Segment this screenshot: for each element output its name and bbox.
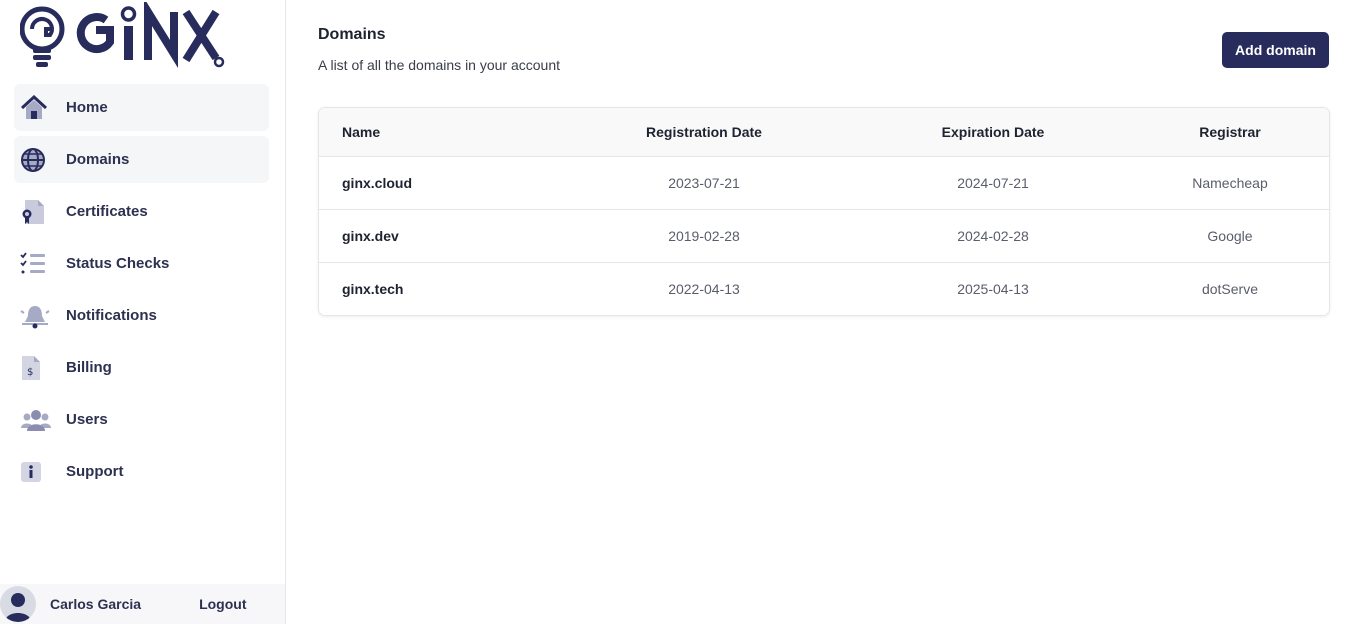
page-title: Domains [318,26,386,43]
sidebar-item-label: Home [66,99,108,116]
sidebar-item-domains[interactable]: Domains [14,136,269,183]
sidebar-item-notifications[interactable]: Notifications [14,292,269,339]
sidebar-item-support[interactable]: Support [14,448,269,495]
checklist-icon [20,249,60,279]
sidebar-item-label: Support [66,463,124,480]
sidebar-item-home[interactable]: Home [14,84,269,131]
sidebar-nav: Home Domains Certificates Status Checks … [14,84,269,500]
registration-date-cell: 2023-07-21 [668,174,740,191]
registrar-cell: Google [1207,227,1253,244]
info-icon [20,457,60,487]
svg-text:$: $ [27,367,33,378]
expiration-date-cell: 2025-04-13 [957,280,1029,297]
home-icon [20,93,60,123]
registrar-cell: dotServe [1201,280,1259,297]
sidebar-item-label: Certificates [66,203,148,220]
column-header-registration-date: Registration Date [646,123,762,140]
globe-icon [20,145,60,175]
add-domain-button[interactable]: Add domain [1222,32,1329,68]
table-row[interactable]: ginx.cloud 2023-07-21 2024-07-21 Nameche… [319,156,1329,209]
logo-graphic [20,2,225,69]
domain-name-cell[interactable]: ginx.dev [319,209,553,262]
domain-name-cell[interactable]: ginx.tech [319,262,553,315]
column-header-name: Name [342,123,381,140]
sidebar-item-label: Notifications [66,307,157,324]
sidebar-item-label: Status Checks [66,255,170,272]
logout-button[interactable]: Logout [199,596,246,612]
table-row[interactable]: ginx.tech 2022-04-13 2025-04-13 dotServe [319,262,1329,315]
column-header-registrar: Registrar [1199,123,1261,140]
sidebar-item-label: Domains [66,151,130,168]
sidebar-item-label: Billing [66,359,112,376]
domains-table: Name Registration Date Expiration Date R… [318,107,1330,316]
user-avatar-icon [5,593,31,622]
registrar-cell: Namecheap [1192,174,1268,191]
registration-date-cell: 2022-04-13 [668,280,740,297]
certificate-icon [20,197,60,227]
sidebar-item-certificates[interactable]: Certificates [14,188,269,235]
expiration-date-cell: 2024-02-28 [957,227,1029,244]
sidebar-item-users[interactable]: Users [14,396,269,443]
invoice-icon: $ [20,353,60,383]
user-bar: Carlos Garcia Logout [0,584,285,624]
column-header-expiration-date: Expiration Date [941,123,1045,140]
sidebar-item-status-checks[interactable]: Status Checks [14,240,269,287]
table-row[interactable]: ginx.dev 2019-02-28 2024-02-28 Google [319,209,1329,262]
user-name: Carlos Garcia [50,596,142,612]
avatar[interactable] [0,586,36,622]
domain-name-cell[interactable]: ginx.cloud [319,156,553,209]
page-subtitle: A list of all the domains in your accoun… [318,57,561,73]
sidebar: Home Domains Certificates Status Checks … [0,0,286,624]
ginx-logo[interactable] [20,2,230,70]
registration-date-cell: 2019-02-28 [668,227,740,244]
table-header-row: Name Registration Date Expiration Date R… [319,108,1329,156]
bell-icon [20,301,60,331]
expiration-date-cell: 2024-07-21 [957,174,1029,191]
sidebar-item-label: Users [66,411,108,428]
sidebar-item-billing[interactable]: $ Billing [14,344,269,391]
users-icon [20,405,60,435]
